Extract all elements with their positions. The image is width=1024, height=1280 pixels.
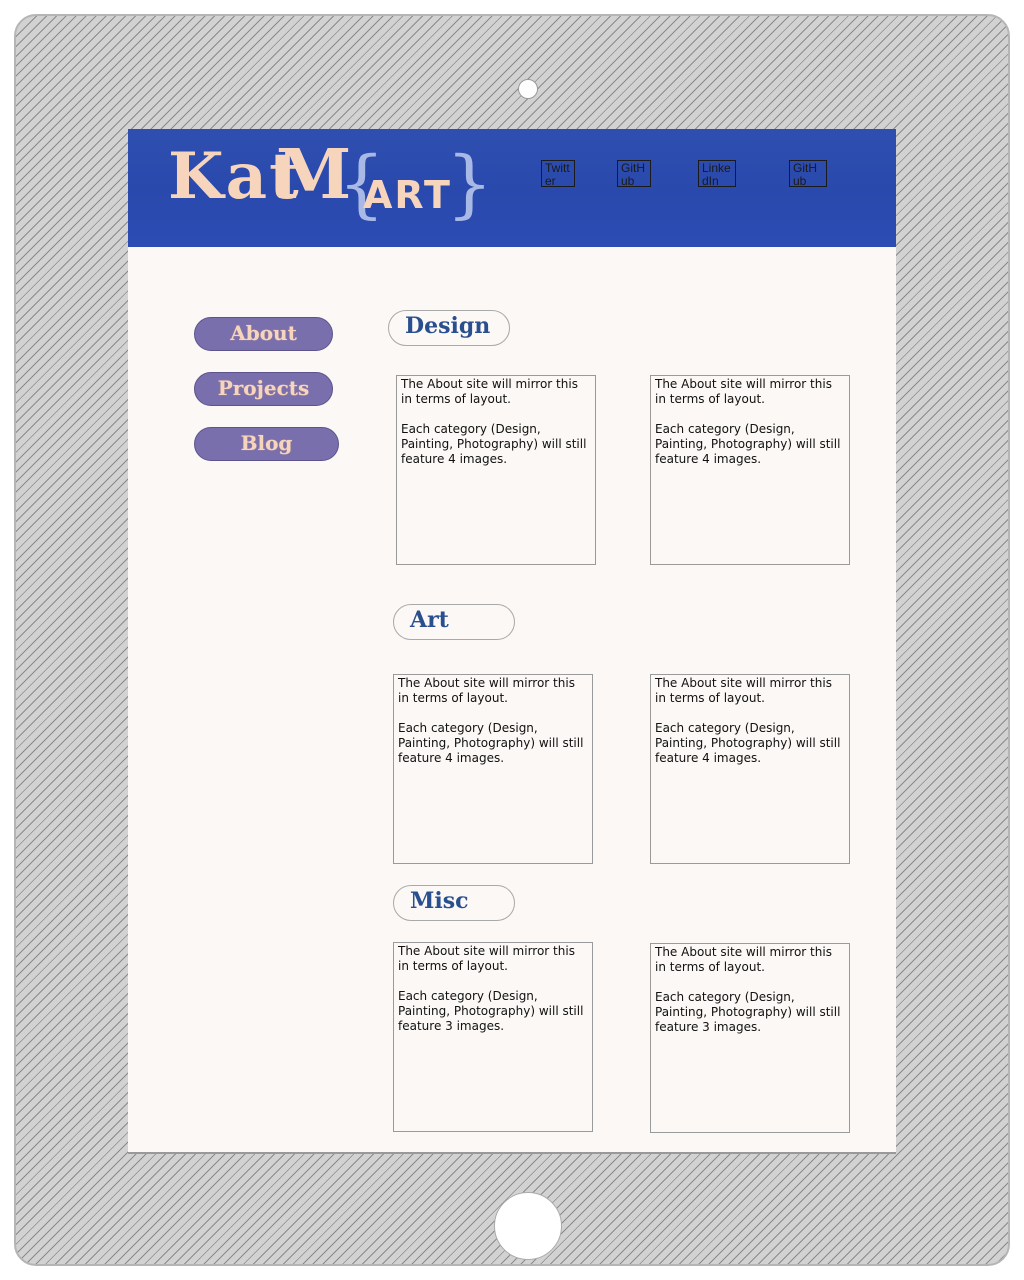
project-card[interactable]: The About site will mirror this in terms… <box>650 375 850 565</box>
nav-blog-button[interactable]: Blog <box>194 427 339 461</box>
card-text: Each category (Design, Painting, Photogr… <box>655 422 841 466</box>
github-link-2[interactable]: GitHub <box>789 160 827 187</box>
card-text: Each category (Design, Painting, Photogr… <box>398 721 584 765</box>
card-text: The About site will mirror this in terms… <box>655 945 832 974</box>
card-text: Each category (Design, Painting, Photogr… <box>655 990 841 1034</box>
project-card[interactable]: The About site will mirror this in terms… <box>393 942 593 1132</box>
nav-about-button[interactable]: About <box>194 317 333 351</box>
card-text: The About site will mirror this in terms… <box>398 676 575 705</box>
section-title-misc: Misc <box>393 885 515 921</box>
section-title-design: Design <box>388 310 510 346</box>
project-card[interactable]: The About site will mirror this in terms… <box>396 375 596 565</box>
site-logo[interactable]: Kat M { ART } <box>168 135 493 239</box>
camera-icon <box>518 79 538 99</box>
site-header: Kat M { ART } Twitter GitHub LinkedIn Gi… <box>128 129 896 247</box>
github-link[interactable]: GitHub <box>617 160 651 187</box>
card-text: The About site will mirror this in terms… <box>401 377 578 406</box>
nav-projects-button[interactable]: Projects <box>194 372 333 406</box>
twitter-link[interactable]: Twitter <box>541 160 575 187</box>
card-text: The About site will mirror this in terms… <box>398 944 575 973</box>
card-text: The About site will mirror this in terms… <box>655 377 832 406</box>
card-text: The About site will mirror this in terms… <box>655 676 832 705</box>
logo-right-brace: } <box>446 141 494 227</box>
screen: Kat M { ART } Twitter GitHub LinkedIn Gi… <box>128 129 896 1154</box>
project-card[interactable]: The About site will mirror this in terms… <box>393 674 593 864</box>
logo-art: ART <box>363 173 452 217</box>
card-text: Each category (Design, Painting, Photogr… <box>401 422 587 466</box>
card-text: Each category (Design, Painting, Photogr… <box>655 721 841 765</box>
project-card[interactable]: The About site will mirror this in terms… <box>650 943 850 1133</box>
project-card[interactable]: The About site will mirror this in terms… <box>650 674 850 864</box>
home-button[interactable] <box>494 1192 562 1260</box>
card-text: Each category (Design, Painting, Photogr… <box>398 989 584 1033</box>
section-title-art: Art <box>393 604 515 640</box>
linkedin-link[interactable]: LinkedIn <box>698 160 736 187</box>
